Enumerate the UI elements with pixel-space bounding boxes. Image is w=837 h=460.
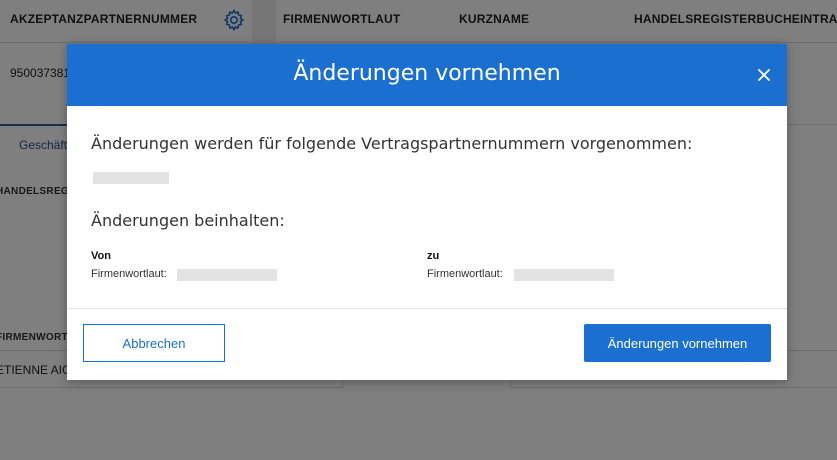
changes-title: Änderungen beinhalten: bbox=[91, 211, 285, 230]
dialog-footer-divider bbox=[67, 308, 787, 309]
confirm-changes-button[interactable]: Änderungen vornehmen bbox=[584, 324, 771, 362]
to-label: zu bbox=[427, 250, 440, 262]
dialog-header: Änderungen vornehmen bbox=[67, 44, 787, 106]
from-field-label: Firmenwortlaut: bbox=[91, 268, 167, 280]
to-field-label: Firmenwortlaut: bbox=[427, 268, 503, 280]
dialog-title: Änderungen vornehmen bbox=[293, 61, 561, 86]
close-icon[interactable] bbox=[753, 64, 775, 86]
intro-text: Änderungen werden für folgende Vertragsp… bbox=[91, 134, 693, 153]
redacted-from-value bbox=[177, 269, 277, 281]
redacted-partner-number bbox=[93, 172, 169, 184]
redacted-to-value bbox=[514, 269, 614, 281]
dialog-body: Änderungen werden für folgende Vertragsp… bbox=[67, 106, 787, 308]
from-label: Von bbox=[91, 250, 111, 262]
confirm-changes-dialog: Änderungen vornehmen Änderungen werden f… bbox=[67, 44, 787, 380]
cancel-button[interactable]: Abbrechen bbox=[83, 324, 225, 362]
